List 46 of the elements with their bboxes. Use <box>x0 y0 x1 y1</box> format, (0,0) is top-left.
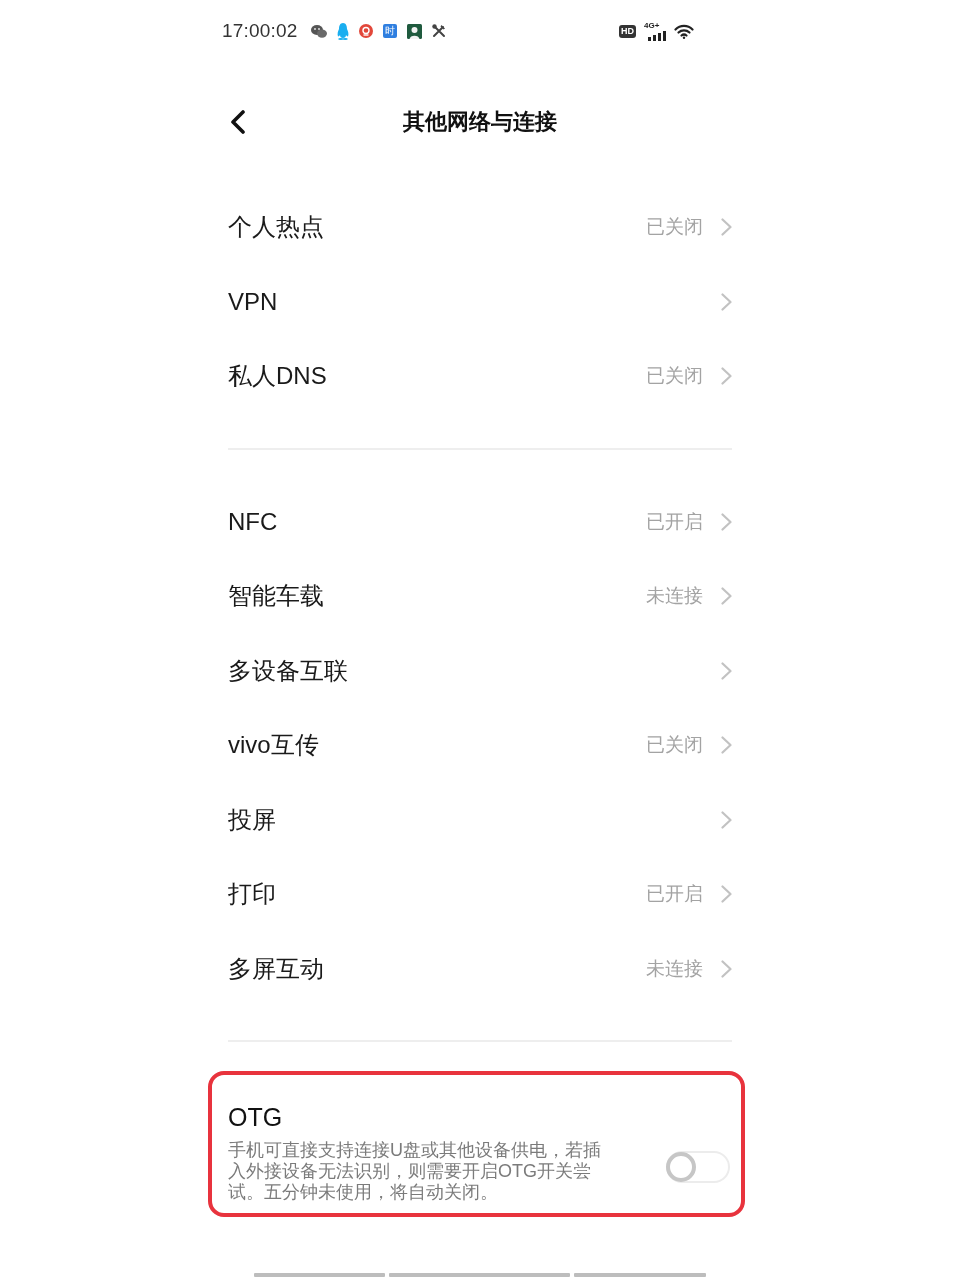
penguin-icon <box>336 22 349 40</box>
hd-badge: HD <box>619 24 636 38</box>
setting-label[interactable]: 智能车载 <box>228 580 324 613</box>
chevron-right-icon <box>721 736 732 755</box>
setting-status: 未连接 <box>646 956 703 981</box>
toggle-switch[interactable] <box>666 1150 730 1183</box>
setting-label[interactable]: 多屏互动 <box>228 952 324 985</box>
tools-icon <box>431 24 446 38</box>
setting-label[interactable]: VPN <box>228 287 278 316</box>
chevron-right-icon <box>721 367 732 386</box>
gesture-bar[interactable] <box>389 1273 570 1277</box>
status-time: 17:00:02 <box>222 20 298 42</box>
setting-status: 已开启 <box>646 509 703 534</box>
setting-label[interactable]: 私人DNS <box>228 360 327 393</box>
chevron-right-icon <box>721 810 732 829</box>
setting-status: 未连接 <box>646 584 703 609</box>
otg-label: OTG <box>228 1102 284 1132</box>
chevron-right-icon <box>721 959 732 978</box>
chevron-right-icon <box>721 587 732 606</box>
signal-icon <box>648 30 666 41</box>
avatar-tile-icon <box>406 23 422 39</box>
circle-app-icon <box>358 24 373 38</box>
app-icon: 时 <box>382 24 397 38</box>
gesture-bar[interactable] <box>254 1273 385 1277</box>
setting-status: 已开启 <box>646 882 703 907</box>
setting-label[interactable]: 投屏 <box>228 803 276 836</box>
setting-status: 已关闭 <box>646 215 703 240</box>
page-title: 其他网络与连接 <box>403 108 557 136</box>
chevron-right-icon <box>721 292 732 311</box>
wifi-icon <box>674 23 694 39</box>
otg-description: 手机可直接支持连接U盘或其他设备供电，若插入外接设备无法识别，则需要开启OTG开关尝试。五分钟未使用，将自动关闭。 <box>228 1140 602 1203</box>
setting-label[interactable]: NFC <box>228 507 278 536</box>
back-button[interactable] <box>230 110 246 134</box>
chevron-right-icon <box>721 512 732 531</box>
gesture-bar[interactable] <box>574 1273 706 1277</box>
setting-label[interactable]: 打印 <box>228 878 276 911</box>
setting-label[interactable]: 个人热点 <box>228 211 324 244</box>
chat-bubbles-icon <box>310 24 327 38</box>
chevron-right-icon <box>721 661 732 680</box>
setting-status: 已关闭 <box>646 364 703 389</box>
setting-status: 已关闭 <box>646 733 703 758</box>
chevron-right-icon <box>721 218 732 237</box>
setting-label[interactable]: 多设备互联 <box>228 654 348 687</box>
network-type: 4G+ <box>644 21 660 30</box>
chevron-right-icon <box>721 885 732 904</box>
setting-label[interactable]: vivo互传 <box>228 729 319 762</box>
